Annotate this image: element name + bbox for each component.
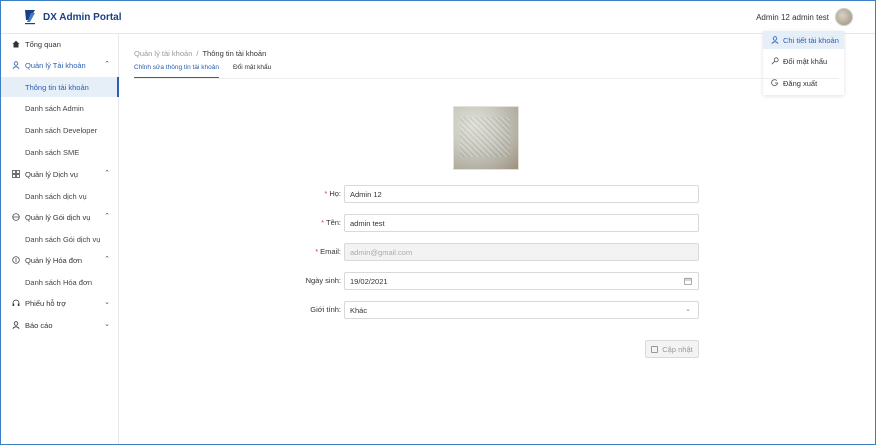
dollar-icon [12, 256, 20, 264]
sidebar-item-invoice-list[interactable]: Danh sách Hóa đơn [1, 272, 119, 292]
tab-edit-info[interactable]: Chỉnh sửa thông tin tài khoản [134, 64, 219, 78]
sidebar-item-developer-list[interactable]: Danh sách Developer [1, 120, 119, 140]
sidebar-item-label: Danh sách Gói dịch vụ [25, 234, 101, 244]
form-row-last-name: * Họ: Admin 12 [119, 185, 875, 203]
dob-value: 19/02/2021 [350, 276, 388, 286]
breadcrumb: Quản lý tài khoản / Thông tin tài khoản [134, 49, 266, 58]
gender-select[interactable]: Khác ⌄ [344, 301, 699, 319]
avatar[interactable] [835, 8, 853, 26]
form-row-email: * Email: admin@gmail.com [119, 243, 875, 261]
app-frame: DX Admin Portal Admin 12 admin test Chi … [0, 0, 876, 445]
user-name: Admin 12 admin test [756, 12, 829, 22]
dob-date-picker[interactable]: 19/02/2021 [344, 272, 699, 290]
chevron-up-icon: ⌃ [104, 61, 110, 68]
required-mark: * [324, 189, 328, 198]
package-icon [12, 213, 20, 221]
tab-change-password[interactable]: Đổi mật khẩu [233, 64, 271, 78]
brand-logo-icon [23, 9, 37, 25]
sidebar-item-label: Tổng quan [25, 39, 61, 49]
sidebar-item-package-list[interactable]: Danh sách Gói dịch vụ [1, 229, 119, 249]
sidebar-item-reports[interactable]: Báo cáo ⌄ [1, 315, 119, 335]
headset-icon [12, 299, 20, 307]
update-button-label: Cập nhật [662, 344, 693, 354]
sidebar-item-label: Quản lý Gói dịch vụ [25, 212, 91, 222]
user-icon [12, 61, 20, 69]
profile-photo[interactable] [453, 106, 519, 170]
sidebar-item-label: Quản lý Dịch vụ [25, 169, 78, 179]
sidebar-item-label: Danh sách Admin [25, 103, 84, 113]
form-row-first-name: * Tên: admin test [119, 214, 875, 232]
update-button[interactable]: Cập nhật [645, 340, 699, 358]
save-icon [651, 345, 659, 353]
chevron-up-icon: ⌃ [104, 213, 110, 220]
email-label: * Email: [315, 247, 341, 256]
last-name-input[interactable]: Admin 12 [344, 185, 699, 203]
user-icon [12, 321, 20, 329]
email-input: admin@gmail.com [344, 243, 699, 261]
required-mark: * [315, 247, 319, 256]
dob-label: Ngày sinh: [305, 276, 341, 285]
breadcrumb-current: Thông tin tài khoản [202, 49, 267, 58]
sidebar-item-package-management[interactable]: Quản lý Gói dịch vụ ⌃ [1, 207, 119, 227]
sidebar: Tổng quan Quản lý Tài khoản ⌃ Thông tin … [1, 34, 119, 444]
sidebar-item-account-management[interactable]: Quản lý Tài khoản ⌃ [1, 55, 119, 75]
gender-label: Giới tính: [310, 305, 341, 314]
sidebar-item-support-ticket[interactable]: Phiếu hỗ trợ ⌄ [1, 293, 119, 313]
sidebar-item-admin-list[interactable]: Danh sách Admin [1, 98, 119, 118]
user-menu-trigger[interactable]: Admin 12 admin test [756, 8, 853, 26]
chevron-down-icon: ⌄ [104, 321, 110, 328]
home-icon [12, 40, 20, 48]
main-content: Quản lý tài khoản / Thông tin tài khoản … [119, 34, 875, 444]
sidebar-item-label: Quản lý Hóa đơn [25, 255, 83, 265]
sidebar-item-label: Danh sách SME [25, 147, 80, 157]
sidebar-item-label: Danh sách Developer [25, 125, 98, 135]
tab-divider [134, 78, 839, 79]
first-name-input[interactable]: admin test [344, 214, 699, 232]
logo[interactable]: DX Admin Portal [23, 9, 122, 25]
gender-value: Khác [350, 305, 368, 315]
sidebar-item-label: Danh sách dịch vụ [25, 191, 87, 201]
sidebar-item-service-management[interactable]: Quản lý Dịch vụ ⌃ [1, 164, 119, 184]
breadcrumb-separator: / [196, 49, 199, 58]
sidebar-item-overview[interactable]: Tổng quan [1, 34, 119, 54]
sidebar-item-account-info[interactable]: Thông tin tài khoản [1, 77, 119, 97]
first-name-label: * Tên: [321, 218, 341, 227]
app-title: DX Admin Portal [43, 11, 122, 23]
form-row-dob: Ngày sinh: 19/02/2021 [119, 272, 875, 290]
calendar-icon[interactable] [684, 277, 692, 285]
tabs: Chỉnh sửa thông tin tài khoản Đổi mật kh… [134, 64, 285, 78]
chevron-down-icon: ⌄ [685, 306, 691, 313]
chevron-up-icon: ⌃ [104, 170, 110, 177]
sidebar-item-label: Quản lý Tài khoản [25, 60, 86, 70]
grid-icon [12, 170, 20, 178]
top-header: DX Admin Portal Admin 12 admin test [1, 1, 875, 34]
required-mark: * [321, 218, 324, 227]
chevron-up-icon: ⌃ [104, 256, 110, 263]
sidebar-item-label: Báo cáo [25, 320, 53, 330]
form-row-gender: Giới tính: Khác ⌄ [119, 301, 875, 319]
last-name-label: * Họ: [324, 189, 341, 198]
sidebar-item-sme-list[interactable]: Danh sách SME [1, 142, 119, 162]
chevron-down-icon: ⌄ [104, 299, 110, 306]
sidebar-item-service-list[interactable]: Danh sách dịch vụ [1, 186, 119, 206]
sidebar-item-label: Phiếu hỗ trợ [25, 298, 67, 308]
breadcrumb-parent[interactable]: Quản lý tài khoản [134, 49, 192, 58]
sidebar-item-invoice-management[interactable]: Quản lý Hóa đơn ⌃ [1, 250, 119, 270]
sidebar-item-label: Danh sách Hóa đơn [25, 277, 93, 287]
sidebar-item-label: Thông tin tài khoản [25, 82, 89, 92]
